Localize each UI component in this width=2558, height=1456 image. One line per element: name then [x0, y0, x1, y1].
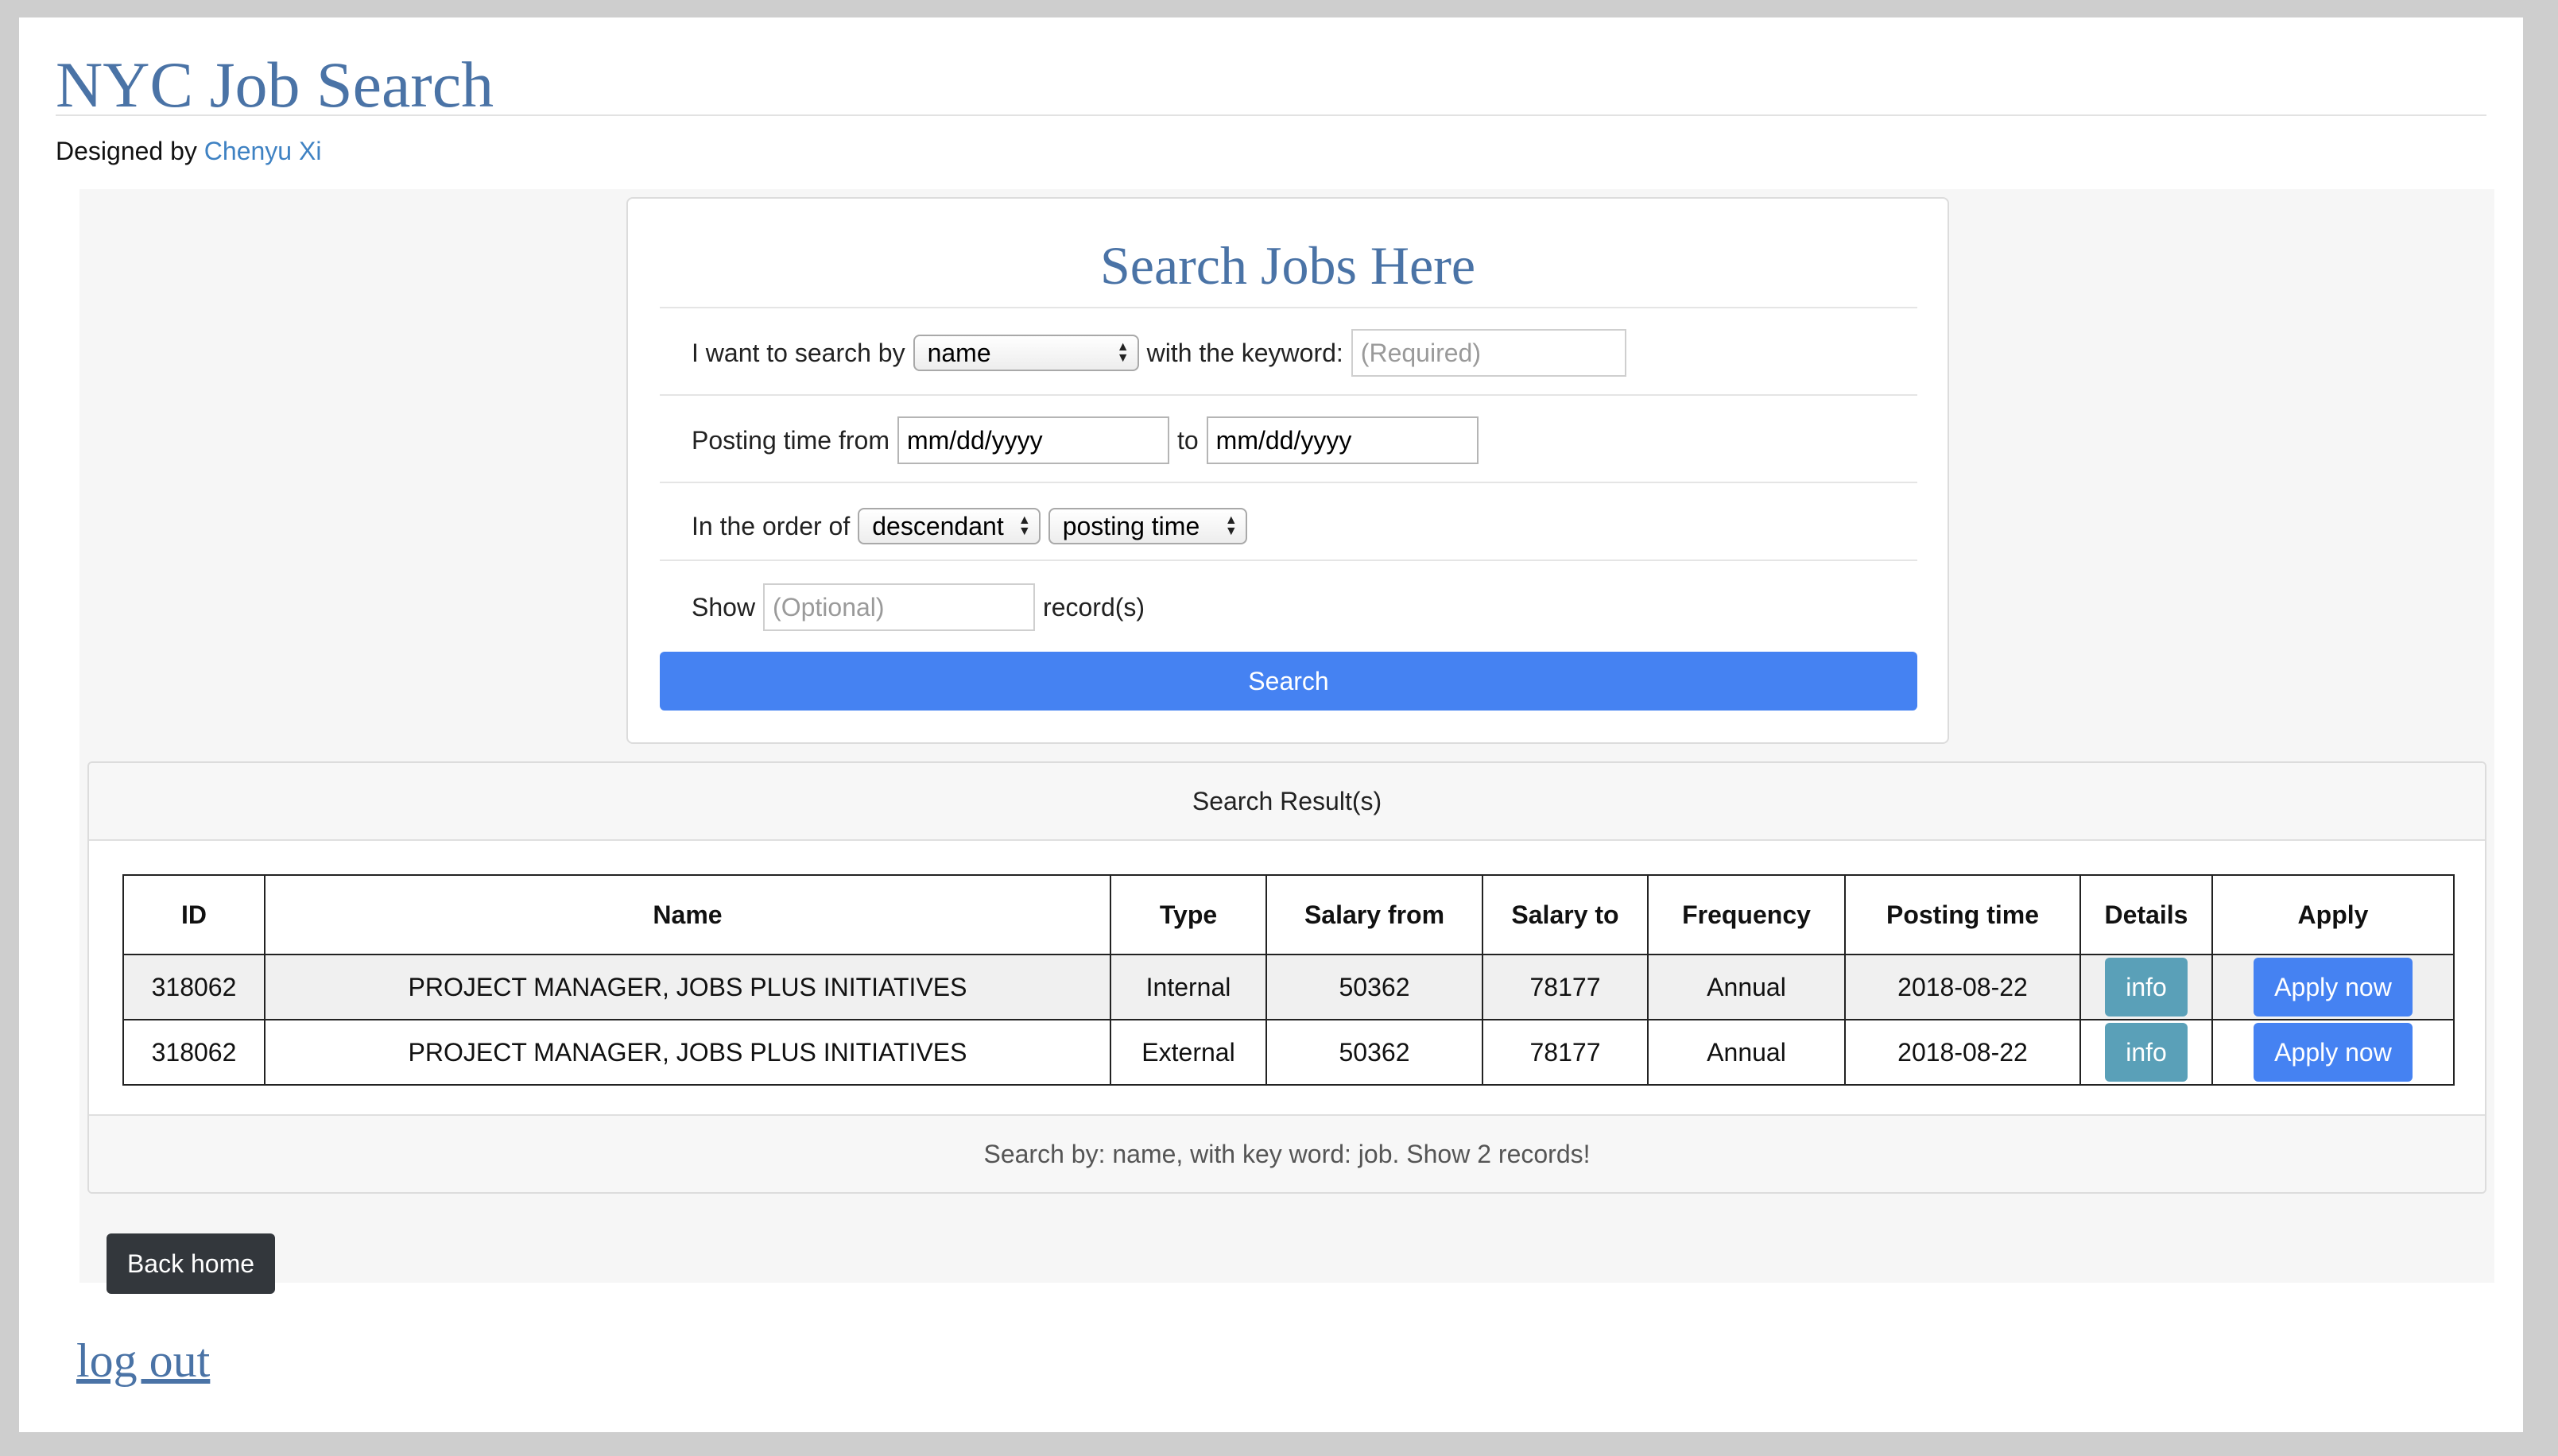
- search-by-select[interactable]: name ▲ ▼: [913, 335, 1139, 371]
- column-header-details: Details: [2079, 874, 2213, 955]
- cell-details: info: [2079, 954, 2213, 1020]
- cell-posting-time: 2018-08-22: [1844, 954, 2081, 1020]
- select-arrows-icon: ▲ ▼: [1116, 340, 1130, 365]
- date-from-input[interactable]: mm/dd/yyyy: [897, 416, 1169, 464]
- column-header-type: Type: [1110, 874, 1267, 955]
- page-container: NYC Job Search Designed by Chenyu Xi Sea…: [19, 17, 2523, 1432]
- column-header-frequency: Frequency: [1647, 874, 1846, 955]
- cell-frequency: Annual: [1647, 954, 1846, 1020]
- results-summary: Search by: name, with key word: job. Sho…: [89, 1114, 2485, 1192]
- designed-by-label: Designed by: [56, 137, 197, 165]
- search-button[interactable]: Search: [660, 652, 1917, 711]
- search-by-label: I want to search by: [692, 338, 905, 367]
- cell-id: 318062: [122, 1019, 265, 1086]
- select-arrows-icon: ▲ ▼: [1224, 513, 1238, 538]
- main-panel: Search Jobs Here I want to search by nam…: [79, 189, 2494, 1294]
- results-card: Search Result(s) ID Name Type Salary fro…: [87, 761, 2486, 1194]
- column-header-apply: Apply: [2211, 874, 2455, 955]
- apply-now-button[interactable]: Apply now: [2254, 958, 2413, 1016]
- cell-posting-time: 2018-08-22: [1844, 1019, 2081, 1086]
- title-divider: [56, 114, 2486, 116]
- cell-salary-from: 50362: [1265, 1019, 1483, 1086]
- back-home-button[interactable]: Back home: [107, 1233, 275, 1294]
- search-by-value: name: [927, 338, 991, 367]
- divider: [660, 394, 1917, 396]
- order-field-value: posting time: [1062, 511, 1200, 540]
- show-label: Show: [692, 592, 756, 622]
- byline: Designed by Chenyu Xi: [56, 135, 321, 167]
- logout-link[interactable]: log out: [76, 1334, 210, 1388]
- to-label: to: [1176, 425, 1199, 455]
- divider: [660, 560, 1917, 561]
- show-records-row: Show (Optional) record(s): [692, 583, 1145, 631]
- cell-salary-to: 78177: [1482, 1019, 1649, 1086]
- cell-name: PROJECT MANAGER, JOBS PLUS INITIATIVES: [264, 954, 1111, 1020]
- column-header-posting-time: Posting time: [1844, 874, 2081, 955]
- column-header-id: ID: [122, 874, 265, 955]
- cell-name: PROJECT MANAGER, JOBS PLUS INITIATIVES: [264, 1019, 1111, 1086]
- designer-link[interactable]: Chenyu Xi: [204, 137, 322, 165]
- cell-type: Internal: [1110, 954, 1267, 1020]
- cell-type: External: [1110, 1019, 1267, 1086]
- column-header-name: Name: [264, 874, 1111, 955]
- date-to-input[interactable]: mm/dd/yyyy: [1206, 416, 1479, 464]
- order-direction-value: descendant: [872, 511, 1004, 540]
- cell-details: info: [2079, 1019, 2213, 1086]
- results-heading: Search Result(s): [89, 763, 2485, 841]
- show-count-input[interactable]: (Optional): [763, 583, 1036, 631]
- table-row: 318062 PROJECT MANAGER, JOBS PLUS INITIA…: [122, 954, 2455, 1020]
- info-button[interactable]: info: [2105, 958, 2188, 1016]
- keyword-label: with the keyword:: [1146, 338, 1343, 367]
- order-row: In the order of descendant ▲ ▼ posting ti…: [692, 502, 1247, 550]
- records-label: record(s): [1043, 592, 1145, 622]
- column-header-salary-to: Salary to: [1482, 874, 1649, 955]
- cell-salary-to: 78177: [1482, 954, 1649, 1020]
- table-header-row: ID Name Type Salary from Salary to Frequ…: [122, 874, 2455, 955]
- order-direction-select[interactable]: descendant ▲ ▼: [858, 508, 1041, 544]
- column-header-salary-from: Salary from: [1265, 874, 1483, 955]
- keyword-input[interactable]: (Required): [1351, 329, 1626, 377]
- app-title: NYC Job Search: [56, 48, 494, 121]
- cell-frequency: Annual: [1647, 1019, 1846, 1086]
- divider: [660, 307, 1917, 308]
- search-form-card: Search Jobs Here I want to search by nam…: [626, 197, 1949, 744]
- divider: [660, 482, 1917, 483]
- order-label: In the order of: [692, 511, 851, 540]
- info-button[interactable]: info: [2105, 1023, 2188, 1082]
- table-row: 318062 PROJECT MANAGER, JOBS PLUS INITIA…: [122, 1019, 2455, 1086]
- posting-from-label: Posting time from: [692, 425, 889, 455]
- cell-id: 318062: [122, 954, 265, 1020]
- cell-salary-from: 50362: [1265, 954, 1483, 1020]
- apply-now-button[interactable]: Apply now: [2254, 1023, 2413, 1082]
- posting-time-row: Posting time from mm/dd/yyyy to mm/dd/yy…: [692, 416, 1479, 464]
- results-table: ID Name Type Salary from Salary to Frequ…: [122, 874, 2455, 1086]
- cell-apply: Apply now: [2211, 954, 2455, 1020]
- cell-apply: Apply now: [2211, 1019, 2455, 1086]
- search-by-row: I want to search by name ▲ ▼ with the key…: [692, 329, 1626, 377]
- select-arrows-icon: ▲ ▼: [1017, 513, 1031, 538]
- search-heading: Search Jobs Here: [1099, 235, 1476, 296]
- order-field-select[interactable]: posting time ▲ ▼: [1048, 508, 1247, 544]
